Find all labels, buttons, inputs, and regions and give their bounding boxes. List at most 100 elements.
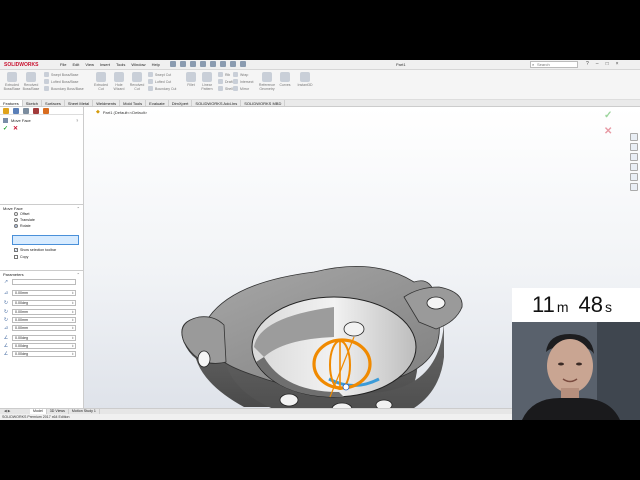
hole-wizard-button[interactable]: Hole Wizard	[110, 72, 128, 91]
side-hole[interactable]	[375, 399, 393, 408]
tab-mold-tools[interactable]: Mold Tools	[120, 100, 147, 106]
param-field-4[interactable]: 0.00mm ⇕	[12, 317, 76, 323]
solidworks-logo[interactable]: SOLIDWORKS	[4, 62, 38, 68]
tab-features[interactable]: Features	[0, 100, 23, 106]
curves-button[interactable]: Curves	[276, 72, 294, 87]
boundary-cut-button[interactable]: Boundary Cut	[148, 86, 176, 91]
tab-sketch[interactable]: Sketch	[23, 100, 43, 106]
menu-view[interactable]: View	[85, 62, 94, 67]
menu-edit[interactable]: Edit	[72, 62, 79, 67]
param-field-1[interactable]: 0.00mm ⇕	[12, 290, 76, 296]
rib-button[interactable]: Rib	[218, 72, 233, 77]
save-icon[interactable]	[190, 61, 196, 67]
options-icon[interactable]	[240, 61, 246, 67]
option-show-selection-toolbar[interactable]: ✓ Show selection toolbar	[14, 248, 56, 252]
param-field-8[interactable]: 0.00deg ⇕	[12, 351, 76, 357]
shell-button[interactable]: Shell	[218, 86, 233, 91]
tab-dimxpert[interactable]: DimXpert	[169, 100, 193, 106]
right-ear-hole[interactable]	[426, 296, 446, 310]
option-copy[interactable]: Copy	[14, 255, 28, 259]
move-face-section[interactable]: Move Face ⌃	[0, 204, 84, 212]
tab-surfaces[interactable]: Surfaces	[42, 100, 65, 106]
lofted-cut-button[interactable]: Lofted Cut	[148, 79, 176, 84]
new-icon[interactable]	[170, 61, 176, 67]
maximize-icon[interactable]: □	[606, 61, 609, 67]
tab-weldments[interactable]: Weldments	[93, 100, 121, 106]
dimxpert-icon[interactable]	[33, 108, 39, 114]
intersect-button[interactable]: Intersect	[233, 79, 253, 84]
faces-selection-box[interactable]	[12, 235, 79, 245]
left-ear-hole[interactable]	[197, 350, 211, 368]
display-manager-icon[interactable]	[43, 108, 49, 114]
side-hole[interactable]	[343, 321, 365, 337]
lofted-boss-button[interactable]: Lofted Boss/Base	[44, 79, 84, 84]
spin-icon[interactable]: ⇕	[71, 344, 74, 348]
parameters-section[interactable]: Parameters ⌃	[0, 270, 84, 278]
param-field-0[interactable]	[12, 279, 76, 285]
help-icon[interactable]: ?	[586, 61, 589, 67]
wrap-button[interactable]: Wrap	[233, 72, 253, 77]
menu-file[interactable]: File	[60, 62, 66, 67]
param-field-6[interactable]: 0.00deg ⇕	[12, 335, 76, 341]
tab-evaluate[interactable]: Evaluate	[146, 100, 169, 106]
mirror-button[interactable]: Mirror	[233, 86, 253, 91]
option-translate[interactable]: Translate	[14, 218, 35, 222]
timer-seconds: 48	[578, 292, 603, 317]
param-field-2[interactable]: 0.00deg ⇕	[12, 300, 76, 306]
menu-insert[interactable]: Insert	[100, 62, 110, 67]
delta-z-icon: ↻	[3, 317, 9, 323]
show-toolbar-checkbox[interactable]: ✓	[14, 248, 18, 252]
revolved-boss-button[interactable]: Revolved Boss/Base	[22, 72, 40, 91]
side-hole[interactable]	[279, 393, 299, 407]
menu-help[interactable]: Help	[152, 62, 160, 67]
collapse-icon[interactable]: ⌃	[77, 206, 80, 211]
ok-button[interactable]: ✓	[3, 125, 8, 132]
tab-mbd[interactable]: SOLIDWORKS MBD	[241, 100, 286, 106]
extruded-cut-button[interactable]: Extruded Cut	[92, 72, 110, 91]
spin-icon[interactable]: ⇕	[71, 291, 74, 295]
feature-tree-icon[interactable]	[3, 108, 9, 114]
rebuild-icon[interactable]	[230, 61, 236, 67]
print-icon[interactable]	[200, 61, 206, 67]
radio-offset[interactable]	[14, 212, 18, 216]
option-offset[interactable]: Offset	[14, 212, 30, 216]
help-icon[interactable]: ?	[76, 118, 78, 123]
menu-tools[interactable]: Tools	[116, 62, 125, 67]
search-input[interactable]: ⌕ Search	[530, 61, 578, 68]
draft-button[interactable]: Draft	[218, 79, 233, 84]
linear-pattern-button[interactable]: Linear Pattern	[198, 72, 216, 91]
reference-geometry-button[interactable]: Reference Geometry	[258, 72, 276, 91]
menu-window[interactable]: Window	[131, 62, 145, 67]
option-rotate[interactable]: Rotate	[14, 224, 31, 228]
minimize-icon[interactable]: –	[596, 61, 599, 67]
spin-icon[interactable]: ⇕	[71, 310, 74, 314]
undo-icon[interactable]	[210, 61, 216, 67]
radio-rotate[interactable]	[14, 224, 18, 228]
spin-icon[interactable]: ⇕	[71, 336, 74, 340]
swept-cut-button[interactable]: Swept Cut	[148, 72, 176, 77]
select-icon[interactable]	[220, 61, 226, 67]
param-field-5[interactable]: 0.00mm ⇕	[12, 325, 76, 331]
property-manager-icon[interactable]	[13, 108, 19, 114]
tab-sheet-metal[interactable]: Sheet Metal	[65, 100, 94, 106]
close-icon[interactable]: ×	[616, 61, 619, 67]
extruded-boss-button[interactable]: Extruded Boss/Base	[3, 72, 21, 91]
spin-icon[interactable]: ⇕	[71, 301, 74, 305]
radio-translate[interactable]	[14, 218, 18, 222]
open-icon[interactable]	[180, 61, 186, 67]
spin-icon[interactable]: ⇕	[71, 318, 74, 322]
collapse-icon[interactable]: ⌃	[77, 272, 80, 277]
cancel-button[interactable]: ✕	[13, 125, 18, 132]
instant3d-button[interactable]: Instant3D	[296, 72, 314, 87]
draft-icon	[218, 79, 223, 84]
param-field-3[interactable]: 0.00mm ⇕	[12, 309, 76, 315]
tab-addins[interactable]: SOLIDWORKS Add-Ins	[192, 100, 242, 106]
configuration-icon[interactable]	[23, 108, 29, 114]
spin-icon[interactable]: ⇕	[71, 326, 74, 330]
copy-checkbox[interactable]	[14, 255, 18, 259]
spin-icon[interactable]: ⇕	[71, 352, 74, 356]
swept-boss-button[interactable]: Swept Boss/Base	[44, 72, 84, 77]
revolved-cut-button[interactable]: Revolved Cut	[128, 72, 146, 91]
boundary-boss-button[interactable]: Boundary Boss/Base	[44, 86, 84, 91]
param-field-7[interactable]: 0.00deg ⇕	[12, 343, 76, 349]
